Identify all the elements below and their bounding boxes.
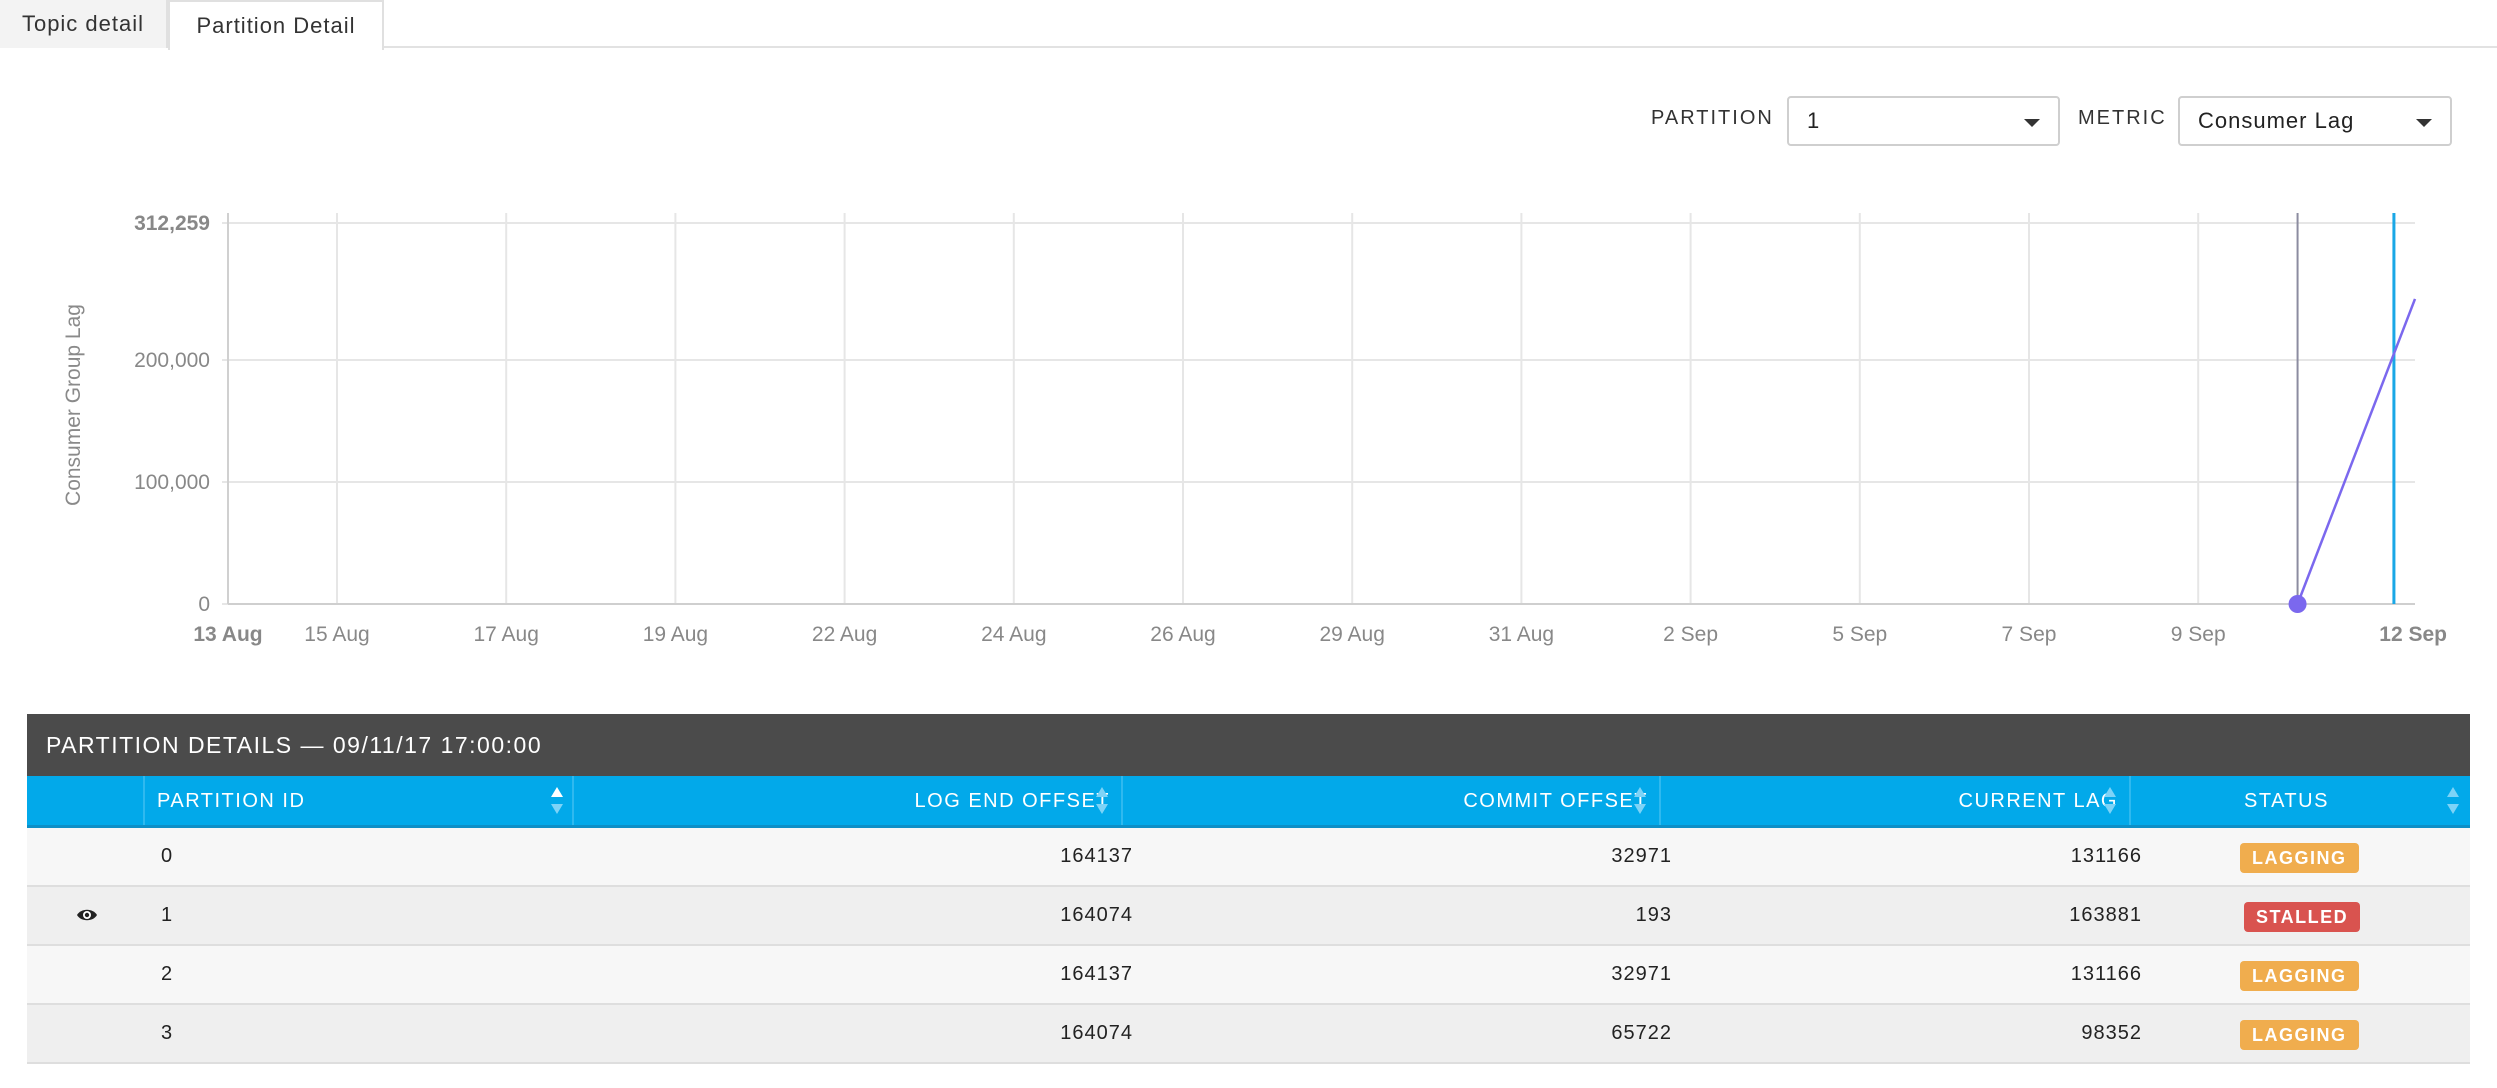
current-lag-cell: 131166 <box>2070 963 2142 985</box>
x-tick-label: 7 Sep <box>2002 623 2057 646</box>
chart-y-axis-label: Consumer Group Lag <box>62 304 85 506</box>
column-divider <box>1121 776 1123 825</box>
tab-bar: Topic detail Partition Detail <box>0 0 2497 50</box>
sort-icon[interactable] <box>1634 787 1646 815</box>
x-tick-label: 17 Aug <box>473 623 538 646</box>
column-divider <box>1659 776 1661 825</box>
partition-details-panel: PARTITION DETAILS — 09/11/17 17:00:00 PA… <box>27 714 2470 1064</box>
log-end-offset-cell: 164074 <box>1060 904 1133 926</box>
column-divider <box>2129 776 2131 825</box>
y-tick-label: 0 <box>198 593 210 616</box>
log-end-offset-cell: 164074 <box>1060 1022 1133 1044</box>
y-tick-label: 312,259 <box>134 212 210 235</box>
table-header: PARTITION ID LOG END OFFSET COMMIT OFFSE… <box>27 776 2470 828</box>
log-end-offset-cell: 164137 <box>1060 845 1133 867</box>
x-tick-label: 5 Sep <box>1832 623 1887 646</box>
y-tick-label: 200,000 <box>134 349 210 372</box>
x-tick-label: 24 Aug <box>981 623 1046 646</box>
data-point <box>2288 595 2307 613</box>
x-tick-label: 9 Sep <box>2171 623 2226 646</box>
col-header-status[interactable]: STATUS <box>2244 776 2329 826</box>
column-divider <box>572 776 574 825</box>
eye-icon[interactable] <box>76 907 98 923</box>
commit-offset-cell: 193 <box>1635 904 1672 926</box>
partition-select-value: 1 <box>1807 108 1821 133</box>
metric-select-value: Consumer Lag <box>2198 108 2355 133</box>
consumer-lag-series-line <box>2296 298 2417 605</box>
status-badge: LAGGING <box>2240 961 2359 991</box>
current-lag-cell: 131166 <box>2070 845 2142 867</box>
partition-id-cell: 3 <box>161 1022 174 1044</box>
metric-label: METRIC <box>2078 107 2167 129</box>
status-badge: STALLED <box>2244 902 2361 932</box>
x-tick-label: 2 Sep <box>1663 623 1718 646</box>
partition-id-cell: 1 <box>161 904 174 926</box>
commit-offset-cell: 32971 <box>1611 845 1672 867</box>
chevron-down-icon <box>2416 119 2432 127</box>
tab-topic-detail[interactable]: Topic detail <box>0 0 168 48</box>
partition-label: PARTITION <box>1651 107 1774 129</box>
table-row[interactable]: 3 164074 65722 98352 LAGGING <box>27 1005 2470 1064</box>
table-row[interactable]: 1 164074 193 163881 STALLED <box>27 887 2470 946</box>
chevron-down-icon <box>2024 119 2040 127</box>
tab-partition-detail[interactable]: Partition Detail <box>168 0 384 50</box>
col-header-commit-offset[interactable]: COMMIT OFFSET <box>1463 776 1648 826</box>
x-tick-label: 29 Aug <box>1319 623 1384 646</box>
x-tick-label: 19 Aug <box>643 623 708 646</box>
commit-offset-cell: 32971 <box>1611 963 1672 985</box>
col-header-partition-id[interactable]: PARTITION ID <box>157 776 305 826</box>
x-tick-label: 31 Aug <box>1489 623 1554 646</box>
partition-id-cell: 0 <box>161 845 174 867</box>
status-badge: LAGGING <box>2240 1020 2359 1050</box>
x-tick-label: 26 Aug <box>1150 623 1215 646</box>
sort-icon[interactable] <box>1096 787 1108 815</box>
status-badge: LAGGING <box>2240 843 2359 873</box>
partition-details-title: PARTITION DETAILS — 09/11/17 17:00:00 <box>27 714 2470 776</box>
sort-icon[interactable] <box>2104 787 2116 815</box>
log-end-offset-cell: 164137 <box>1060 963 1133 985</box>
commit-offset-cell: 65722 <box>1611 1022 1672 1044</box>
sort-icon[interactable] <box>551 787 563 815</box>
partition-id-cell: 2 <box>161 963 174 985</box>
current-lag-cell: 98352 <box>2081 1022 2142 1044</box>
table-row[interactable]: 0 164137 32971 131166 LAGGING <box>27 828 2470 887</box>
current-lag-cell: 163881 <box>2069 904 2142 926</box>
col-header-current-lag[interactable]: CURRENT LAG <box>1959 776 2119 826</box>
col-header-log-end-offset[interactable]: LOG END OFFSET <box>915 776 1110 826</box>
y-tick-label: 100,000 <box>134 471 210 494</box>
x-tick-label: 22 Aug <box>812 623 877 646</box>
column-divider <box>143 776 145 825</box>
table-row[interactable]: 2 164137 32971 131166 LAGGING <box>27 946 2470 1005</box>
x-tick-label: 15 Aug <box>304 623 369 646</box>
partition-select[interactable]: 1 <box>1787 96 2060 146</box>
consumer-lag-chart[interactable]: 312,259 200,000 100,000 0 13 Aug 15 Aug 17 Aug… <box>0 180 2497 660</box>
x-tick-label: 13 Aug <box>193 623 262 646</box>
metric-select[interactable]: Consumer Lag <box>2178 96 2452 146</box>
sort-icon[interactable] <box>2447 787 2459 815</box>
x-tick-label: 12 Sep <box>2379 623 2447 646</box>
